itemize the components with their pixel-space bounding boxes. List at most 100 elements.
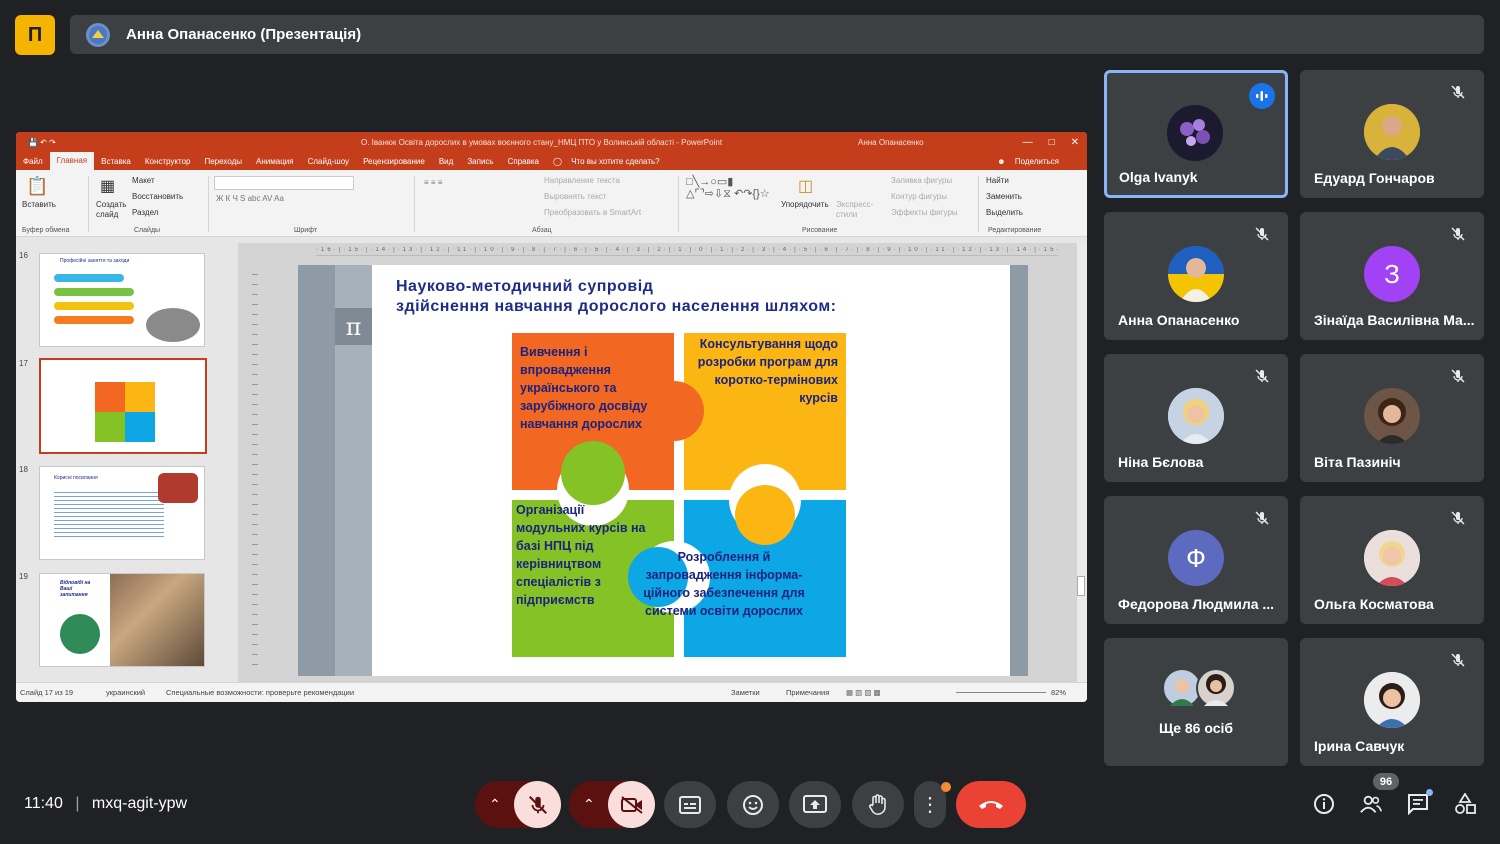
logo-glyph: П: [27, 23, 43, 46]
participant-name: Ірина Савчук: [1314, 738, 1405, 754]
view-buttons: ▦ ▧ ▨ ▩: [846, 688, 881, 697]
presenter-title: Анна Опанасенко (Презентація): [126, 26, 362, 43]
camera-toggle-button[interactable]: [608, 781, 655, 828]
info-icon: [1314, 794, 1334, 814]
participant-tile-nina-bielova[interactable]: Ніна Бєлова: [1104, 354, 1288, 482]
layout-label: Макет: [132, 176, 155, 185]
avatar-initial: Ф: [1168, 530, 1224, 586]
raise-hand-button[interactable]: [852, 781, 904, 828]
shape-effects-label: Эффекты фигуры: [891, 208, 958, 217]
participant-tile-iryna-savchuk[interactable]: Ірина Савчук: [1300, 638, 1484, 766]
participant-name: Ольга Косматова: [1314, 596, 1434, 612]
quick-styles-label: Экспресс-стили: [836, 200, 874, 219]
select-label: Выделить: [986, 208, 1023, 217]
clipboard-group: Буфер обмена: [22, 227, 70, 234]
avatar: [1168, 246, 1224, 302]
people-button[interactable]: [1360, 793, 1382, 815]
section-label: Раздел: [132, 208, 159, 217]
list-icons: ≡ ≡ ≡: [424, 178, 443, 187]
participant-name: Федорова Людмила ...: [1118, 596, 1275, 612]
tab-animation: Анимация: [256, 156, 294, 166]
leave-call-button[interactable]: [956, 781, 1026, 828]
reactions-button[interactable]: [727, 781, 779, 828]
speaking-indicator-icon: [1249, 83, 1275, 109]
tell-me-search: ◯ Что вы хотите сделать?: [546, 157, 674, 166]
activities-button[interactable]: [1454, 793, 1476, 815]
participants-count-badge: 96: [1373, 773, 1399, 790]
more-options-button[interactable]: ⋮: [914, 781, 951, 828]
mic-off-icon: [1451, 227, 1465, 241]
avatar: [1167, 105, 1223, 161]
ppt-user-name: Анна Опанасенко: [858, 137, 924, 147]
meeting-details-button[interactable]: [1313, 793, 1335, 815]
camera-off-icon: [620, 795, 643, 814]
participant-name: Ніна Бєлова: [1118, 454, 1204, 470]
new-slide-label: Создать слайд: [96, 200, 127, 219]
ppt-menu-tabs: Файл Главная Вставка Конструктор Переход…: [16, 152, 1087, 170]
participant-tile-more-people[interactable]: Ще 86 осіб: [1104, 638, 1288, 766]
align-text-label: Выровнять текст: [544, 192, 607, 201]
camera-options-chevron-icon[interactable]: ⌃: [583, 796, 595, 813]
slide-number: 19: [19, 572, 28, 581]
participant-tile-eduard-honcharov[interactable]: Едуард Гончаров: [1300, 70, 1484, 198]
notes-button: Заметки: [731, 688, 760, 697]
accessibility-status: Специальные возможности: проверьте реком…: [166, 688, 355, 697]
tell-me-label: Что вы хотите сделать?: [571, 156, 660, 166]
participant-tile-olha-kosmatova[interactable]: Ольга Косматова: [1300, 496, 1484, 624]
tab-slideshow: Слайд-шоу: [307, 156, 350, 166]
avatar: [1364, 530, 1420, 586]
minimize-icon: —: [1022, 136, 1033, 148]
participant-tile-fedorova[interactable]: Ф Федорова Людмила ...: [1104, 496, 1288, 624]
thumb-title: Корисні посилання: [54, 475, 98, 481]
mic-off-icon: [528, 795, 547, 814]
smartart-label: Преобразовать в SmartArt: [544, 208, 642, 217]
mic-toggle-button[interactable]: [514, 781, 561, 828]
slides-group: Слайды: [134, 227, 161, 234]
mic-off-icon: [1451, 653, 1465, 667]
participant-tile-vita-pazynich[interactable]: Віта Пазиніч: [1300, 354, 1484, 482]
avatar: [1196, 668, 1236, 708]
mic-options-chevron-icon[interactable]: ⌃: [489, 796, 501, 813]
activities-shapes-icon: [1455, 793, 1476, 814]
thumb-text: Відповіді на Ваші запитання: [60, 580, 91, 598]
chat-button[interactable]: [1407, 789, 1433, 815]
clock-time: 11:40: [24, 795, 63, 812]
mic-off-icon: [1451, 369, 1465, 383]
current-slide: π Науково-методичний супровід здійснення…: [298, 265, 1028, 676]
reset-label: Восстановить: [132, 192, 184, 201]
font-format-icons: Ж К Ч S abc AV Aa: [216, 194, 284, 203]
share-label: Поделиться: [1014, 156, 1059, 166]
participant-tile-olga-ivanyk[interactable]: Olga Ivanyk: [1104, 70, 1288, 198]
drawing-group: Рисование: [802, 227, 838, 234]
avatar: [1364, 104, 1420, 160]
ppt-statusbar: Слайд 17 из 19 украинский Специальные во…: [16, 682, 1087, 702]
zoom-slider: [956, 692, 1046, 693]
more-vert-icon: ⋮: [920, 793, 940, 816]
slide-number: 16: [19, 251, 28, 260]
hand-icon: [869, 793, 886, 815]
slide-thumbnail-pane: 16 Професійні заняття та заходи 17 18 Ко…: [16, 243, 231, 683]
present-icon: [803, 794, 827, 813]
shared-powerpoint-window: 💾 ↶ ↷ О. Іванюк Освіта дорослих в умовах…: [16, 132, 1087, 702]
shapes-gallery: □╲→○▭▮ △⌜⌝⇨⇩⧖ ↶↷{}☆: [686, 176, 770, 200]
tab-file: Файл: [23, 156, 43, 166]
tab-record: Запись: [467, 156, 494, 166]
maximize-icon: □: [1048, 136, 1055, 148]
mic-control-group: ⌃: [475, 781, 561, 828]
participant-tile-anna-opanasenko[interactable]: Анна Опанасенко: [1104, 212, 1288, 340]
participant-tile-zinaida[interactable]: З Зінаїда Василівна Ма...: [1300, 212, 1484, 340]
slide-number: 17: [19, 359, 28, 368]
slide-thumbnail-16: Професійні заняття та заходи: [39, 253, 205, 347]
people-icon: [1360, 795, 1382, 813]
tab-insert: Вставка: [101, 156, 131, 166]
captions-button[interactable]: [664, 781, 716, 828]
chat-unread-dot: [1426, 789, 1433, 796]
participant-name: Olga Ivanyk: [1119, 169, 1198, 185]
present-screen-button[interactable]: [789, 781, 841, 828]
meeting-info: 11:40 | mxq-agit-ypw: [24, 795, 188, 812]
slide-title: Науково-методичний супровід здійснення н…: [396, 277, 837, 317]
chat-icon: [1408, 794, 1428, 815]
language-indicator: украинский: [106, 688, 146, 697]
shape-outline-label: Контур фигуры: [891, 192, 947, 201]
mic-off-icon: [1255, 227, 1269, 241]
